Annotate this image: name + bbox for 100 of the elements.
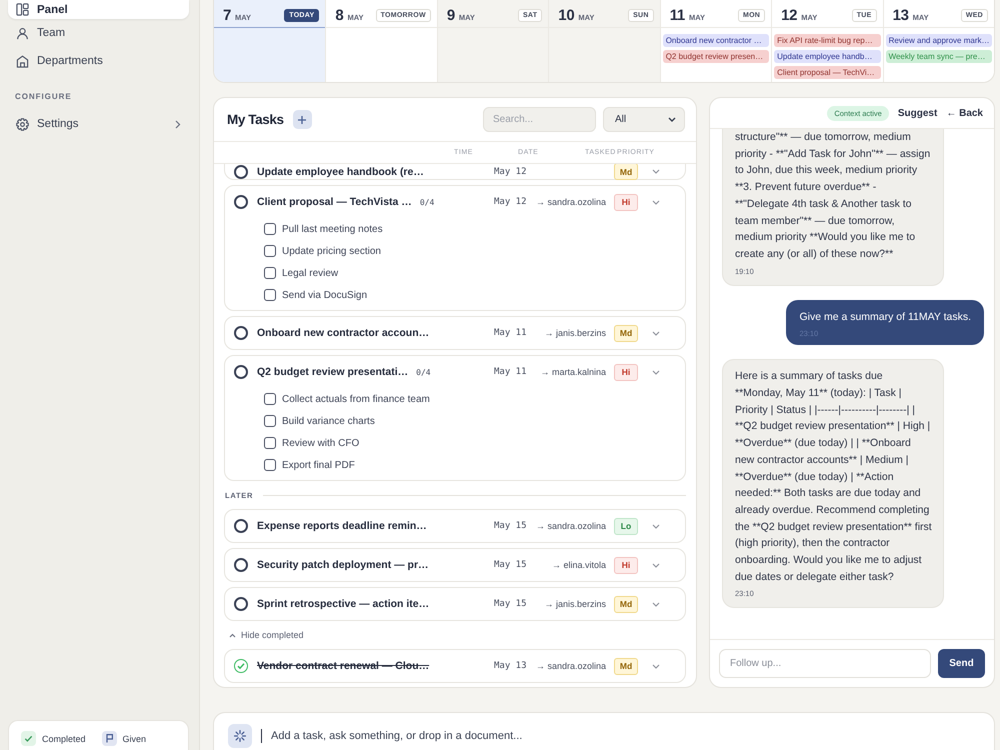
message-text: Give me a summary of 11MAY tasks. bbox=[799, 310, 971, 325]
task-assignee: → janis.berzins bbox=[543, 599, 606, 609]
chevron-down-icon[interactable] bbox=[652, 169, 660, 174]
plus-icon bbox=[298, 116, 306, 124]
subtask-label: Send via DocuSign bbox=[282, 290, 368, 300]
task-card[interactable]: Q2 budget review presentati… 0/4 May 11 → marta.kalnina Hi Collect actuals from finance team Build variance charts Review with CFO Export final PDF bbox=[224, 355, 686, 481]
priority-badge: Md bbox=[614, 164, 638, 180]
task-date: May 11 bbox=[494, 367, 528, 377]
check-icon bbox=[21, 731, 36, 746]
chevron-down-icon[interactable] bbox=[652, 200, 660, 204]
completed-toggle[interactable]: Hide completed bbox=[224, 626, 304, 644]
task-card[interactable]: Onboard new contractor accoun… May 11 → janis.berzins Md bbox=[224, 316, 686, 350]
composer-field[interactable]: Add a task, ask something, or drop in a document... bbox=[213, 712, 995, 750]
task-checkbox[interactable] bbox=[234, 659, 248, 673]
event-chip[interactable]: Client proposal — TechVi… bbox=[774, 66, 881, 79]
task-checkbox[interactable] bbox=[234, 519, 248, 533]
priority-badge: Md bbox=[614, 596, 638, 612]
event-chip[interactable]: Q2 budget review presen… bbox=[662, 50, 770, 63]
task-input-field[interactable]: Add a task, ask something, or drop in a document... bbox=[271, 724, 980, 748]
building-icon bbox=[16, 54, 29, 68]
task-card[interactable]: Sprint retrospective — action ite… May 15 → janis.berzins Md bbox=[224, 587, 686, 621]
chevron-down-icon[interactable] bbox=[652, 370, 660, 374]
event-chip[interactable]: Update employee handb… bbox=[774, 50, 881, 63]
event-chip[interactable]: Fix API rate-limit bug rep… bbox=[774, 34, 881, 47]
flag-icon bbox=[102, 731, 117, 746]
task-date: May 12 bbox=[494, 197, 528, 207]
priority-badge: Md bbox=[614, 658, 638, 674]
priority-badge: Md bbox=[614, 324, 638, 342]
subtask-label: Build variance charts bbox=[282, 416, 375, 426]
task-assignee: → sandra.ozolina bbox=[534, 661, 606, 671]
subtask-checkbox[interactable] bbox=[264, 459, 276, 471]
subtask-label: Review with CFO bbox=[282, 438, 360, 448]
task-card[interactable]: Vendor contract renewal — Clou… May 13 → sandra.ozolina Md bbox=[224, 649, 686, 683]
day-number: 10 bbox=[558, 6, 574, 24]
task-assignee: → marta.kalnina bbox=[539, 367, 606, 377]
day-number: 8 bbox=[335, 6, 344, 24]
send-button[interactable]: Send bbox=[938, 649, 985, 678]
add-task-button[interactable] bbox=[292, 110, 312, 129]
priority-badge: Lo bbox=[614, 518, 638, 534]
subtask-checkbox[interactable] bbox=[264, 245, 276, 257]
subtask-checkbox[interactable] bbox=[264, 437, 276, 449]
task-card[interactable]: Security patch deployment — pr… May 15 → elina.vitola Hi bbox=[224, 548, 686, 582]
suggest-button[interactable]: Suggest bbox=[898, 108, 938, 118]
task-checkbox[interactable] bbox=[234, 558, 248, 572]
subtask-checkbox[interactable] bbox=[264, 393, 276, 405]
task-assignee: → elina.vitola bbox=[550, 560, 606, 570]
subtask-checkbox[interactable] bbox=[264, 223, 276, 235]
filter-tab[interactable]: Given bbox=[102, 731, 146, 746]
message-text: Here is a summary of tasks due **Monday, May 11** (today): | Task | Priority | Status | |------|----------|--------| | **Q2 budget review presentation** | High | **Overdue** (due today) | | **Onboard new contractor accounts** | Medium | **Overdue** (due today) | **Action needed:** Both tasks are due today and already overdue. Recommend completing the **Q2 budget review presentation** first (high priority), then the contractor onboarding. Would you like me to adjust due dates or delegate either task? bbox=[735, 369, 932, 585]
chevron-down-icon[interactable] bbox=[652, 524, 660, 528]
grid-icon bbox=[16, 3, 29, 16]
task-card[interactable]: Expense reports deadline remin… May 15 → sandra.ozolina Lo bbox=[224, 509, 686, 543]
task-title: Onboard new contractor accoun… bbox=[257, 327, 430, 339]
task-checkbox[interactable] bbox=[234, 365, 248, 379]
settings-icon bbox=[16, 118, 29, 130]
subtask-checkbox[interactable] bbox=[264, 267, 276, 279]
task-checkbox[interactable] bbox=[234, 164, 248, 178]
sidebar-item[interactable]: Departments bbox=[8, 47, 189, 75]
task-card[interactable]: Client proposal — TechVista … 0/4 May 12 → sandra.ozolina Hi Pull last meeting notes Update pricing section Legal review Send via DocuSign bbox=[224, 185, 686, 311]
filter-dropdown[interactable]: All bbox=[603, 107, 685, 132]
day-number: 13 bbox=[892, 6, 909, 24]
task-date: May 12 bbox=[494, 166, 528, 176]
event-chip[interactable]: Review and approve mark… bbox=[886, 34, 992, 47]
task-title: Update employee handbook (re… bbox=[257, 166, 424, 178]
task-assignee: → janis.berzins bbox=[543, 328, 606, 338]
task-title: Vendor contract renewal — Clou… bbox=[257, 660, 430, 672]
subtask-checkbox[interactable] bbox=[264, 415, 276, 427]
back-button[interactable]: ← Back bbox=[946, 108, 983, 118]
sidebar-item[interactable]: Team bbox=[8, 19, 189, 47]
task-title: Expense reports deadline remin… bbox=[257, 520, 427, 532]
day-number: 12 bbox=[781, 6, 798, 24]
subtask-label: Legal review bbox=[282, 268, 338, 278]
panel-title: My Tasks bbox=[227, 112, 284, 127]
day-number: 7 bbox=[223, 6, 232, 24]
chevron-down-icon bbox=[668, 117, 676, 122]
filter-tab[interactable]: Completed bbox=[21, 731, 86, 746]
subtask-checkbox[interactable] bbox=[264, 289, 276, 301]
caret-up-icon bbox=[229, 632, 236, 638]
priority-badge: Hi bbox=[614, 194, 638, 210]
day-number: 9 bbox=[446, 6, 455, 24]
chevron-down-icon[interactable] bbox=[652, 562, 660, 568]
task-checkbox[interactable] bbox=[234, 326, 248, 340]
task-title: Client proposal — TechVista … bbox=[257, 196, 412, 208]
check-icon bbox=[237, 662, 245, 670]
subtask-count: 0/4 bbox=[416, 368, 431, 376]
sidebar-item[interactable]: Panel bbox=[8, 0, 189, 19]
event-chip[interactable]: Onboard new contractor … bbox=[662, 34, 770, 47]
chevron-down-icon[interactable] bbox=[652, 602, 660, 606]
follow-up-field[interactable]: Follow up... bbox=[719, 649, 931, 678]
sidebar-item[interactable]: Settings bbox=[8, 110, 189, 138]
chevron-down-icon[interactable] bbox=[652, 664, 660, 668]
task-checkbox[interactable] bbox=[234, 597, 248, 611]
task-date: May 15 bbox=[494, 599, 528, 609]
task-title: Security patch deployment — pr… bbox=[257, 559, 429, 571]
task-checkbox[interactable] bbox=[234, 195, 248, 209]
message-text: structure"** — due tomorrow, medium priority - **"Add Task for John"** — assign to John, due this week, medium priority **3. Prevent future overdue** - **"Delegate 4th task & Another task to team member"** — due tomorrow, medium priority **Would you like me to create any (or all) of these now?** bbox=[735, 130, 932, 262]
task-date: May 11 bbox=[494, 328, 528, 338]
search-field[interactable]: Search... bbox=[483, 107, 596, 132]
task-card[interactable]: Update employee handbook (re… May 12 Md bbox=[224, 164, 686, 180]
chevron-down-icon[interactable] bbox=[652, 330, 660, 336]
